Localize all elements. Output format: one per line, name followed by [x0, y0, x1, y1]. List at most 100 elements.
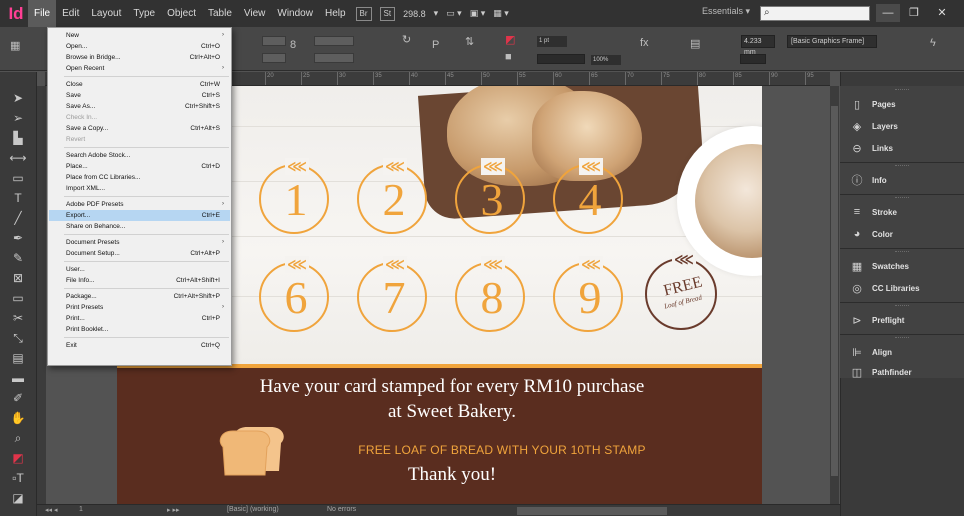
eyedropper-tool-icon[interactable]: ✐: [7, 390, 29, 406]
gradient-tool-icon[interactable]: ▤: [7, 350, 29, 366]
stroke-type-dropdown[interactable]: [537, 54, 585, 64]
menu-item-close[interactable]: Close Ctrl+W: [49, 79, 230, 90]
menu-item-new[interactable]: New ›: [49, 30, 230, 41]
menu-file[interactable]: File: [28, 0, 57, 27]
page-tool-icon[interactable]: ▙: [7, 130, 29, 146]
menu-layout[interactable]: Layout: [85, 0, 127, 27]
free-transform-tool-icon[interactable]: ⤡: [7, 330, 29, 346]
rectangle-tool-icon[interactable]: ▭: [7, 290, 29, 306]
scale-x-field[interactable]: [262, 36, 286, 46]
vertical-scroll-thumb[interactable]: [831, 106, 838, 476]
zoom-dropdown-icon[interactable]: ▾: [434, 8, 439, 19]
menu-item-print-presets[interactable]: Print Presets ›: [49, 302, 230, 313]
bridge-button[interactable]: Br: [355, 6, 372, 21]
panel-align[interactable]: ⊫ Align: [840, 342, 964, 362]
menu-item-export[interactable]: Export... Ctrl+E: [49, 210, 230, 221]
menu-edit[interactable]: Edit: [56, 0, 85, 27]
line-tool-icon[interactable]: ╱: [7, 210, 29, 226]
type-tool-icon[interactable]: T: [7, 190, 29, 206]
menu-item-save-as[interactable]: Save As... Ctrl+Shift+S: [49, 101, 230, 112]
lightning-icon[interactable]: ϟ: [930, 37, 936, 49]
panel-pathfinder[interactable]: ◫ Pathfinder: [840, 362, 964, 382]
pen-tool-icon[interactable]: ✒: [7, 230, 29, 246]
menu-table[interactable]: Table: [202, 0, 238, 27]
menu-item-search-adobe-stock[interactable]: Search Adobe Stock...: [49, 150, 230, 161]
next-page-icon[interactable]: ▸ ▸▸: [167, 506, 180, 514]
scissors-tool-icon[interactable]: ✂: [7, 310, 29, 326]
selection-tool-icon[interactable]: ➤: [7, 90, 29, 106]
constrain-link-icon[interactable]: 8: [290, 39, 296, 51]
menu-item-print-booklet[interactable]: Print Booklet...: [49, 324, 230, 335]
first-page-icon[interactable]: ◂◂ ◂: [45, 506, 58, 514]
panel-color[interactable]: ◕ Color: [840, 224, 964, 244]
zoom-tool-icon[interactable]: ⌕: [7, 430, 29, 446]
gap-tool-icon[interactable]: ⟷: [7, 150, 29, 166]
menu-help[interactable]: Help: [319, 0, 352, 27]
panel-preflight[interactable]: ⊳ Preflight: [840, 310, 964, 330]
opacity-field[interactable]: 100%: [591, 55, 621, 65]
free-loaf-line[interactable]: FREE LOAF OF BREAD WITH YOUR 10TH STAMP: [292, 443, 712, 457]
free-bread-stamp[interactable]: ⋘ FREE Loaf of Bread: [645, 251, 717, 330]
stock-button[interactable]: St: [379, 6, 396, 21]
menu-item-save-a-copy[interactable]: Save a Copy... Ctrl+Alt+S: [49, 123, 230, 134]
panel-stroke[interactable]: ≡ Stroke: [840, 202, 964, 222]
panel-links[interactable]: ⊖ Links: [840, 138, 964, 158]
shear-field[interactable]: [314, 53, 354, 63]
flip-icon[interactable]: P: [432, 39, 439, 51]
restore-button[interactable]: ❐: [902, 4, 926, 22]
horizontal-scroll-thumb[interactable]: [517, 507, 667, 515]
menu-item-import-xml[interactable]: Import XML...: [49, 183, 230, 194]
panel-info[interactable]: ⓘ Info: [840, 170, 964, 190]
panel-pages[interactable]: ▯ Pages: [840, 94, 964, 114]
rectangle-frame-tool-icon[interactable]: ⊠: [7, 270, 29, 286]
fx-icon[interactable]: fx: [640, 37, 649, 49]
menu-view[interactable]: View: [238, 0, 272, 27]
menu-item-place-from-cc-libraries[interactable]: Place from CC Libraries...: [49, 172, 230, 183]
hand-tool-icon[interactable]: ✋: [7, 410, 29, 426]
stamp-circle[interactable]: ⋘ 3: [455, 158, 525, 234]
workspace-switcher[interactable]: Essentials ▾: [702, 6, 750, 17]
scale-y-field[interactable]: [262, 53, 286, 63]
menu-item-save[interactable]: Save Ctrl+S: [49, 90, 230, 101]
stamp-circle[interactable]: ⋘ 2: [357, 158, 427, 234]
object-style-dropdown[interactable]: [Basic Graphics Frame]: [787, 35, 877, 48]
menu-item-document-presets[interactable]: Document Presets ›: [49, 237, 230, 248]
dimension-field[interactable]: 4.233 mm: [741, 35, 775, 56]
menu-item-place[interactable]: Place... Ctrl+D: [49, 161, 230, 172]
menu-item-document-setup[interactable]: Document Setup... Ctrl+Alt+P: [49, 248, 230, 259]
stamp-circle[interactable]: ⋘ 1: [259, 158, 329, 234]
menu-item-adobe-pdf-presets[interactable]: Adobe PDF Presets ›: [49, 199, 230, 210]
minimize-button[interactable]: —: [876, 4, 900, 22]
stamp-circle[interactable]: ⋘ 9: [553, 256, 623, 332]
search-input[interactable]: ⌕: [760, 6, 870, 21]
rotate-icon[interactable]: ↻: [402, 33, 411, 46]
menu-type[interactable]: Type: [127, 0, 161, 27]
menu-item-file-info[interactable]: File Info... Ctrl+Alt+Shift+I: [49, 275, 230, 286]
menu-window[interactable]: Window: [271, 0, 319, 27]
menu-item-user[interactable]: User...: [49, 264, 230, 275]
menu-item-exit[interactable]: Exit Ctrl+Q: [49, 340, 230, 351]
zoom-level[interactable]: 298.8: [403, 9, 426, 19]
vertical-scrollbar[interactable]: [830, 86, 839, 504]
frame-fitting-dropdown[interactable]: [740, 54, 766, 64]
fill-swatch-icon[interactable]: ◩: [505, 33, 515, 46]
menu-item-open[interactable]: Open... Ctrl+O: [49, 41, 230, 52]
panel-layers[interactable]: ◈ Layers: [840, 116, 964, 136]
stamp-circle[interactable]: ⋘ 7: [357, 256, 427, 332]
menu-item-open-recent[interactable]: Open Recent ›: [49, 63, 230, 74]
close-button[interactable]: ✕: [930, 4, 954, 22]
preflight-status[interactable]: No errors: [327, 506, 356, 513]
page-number-field[interactable]: 1: [79, 506, 83, 513]
rotation-field[interactable]: [314, 36, 354, 46]
stroke-swatch-icon[interactable]: ■: [505, 51, 512, 63]
menu-item-print[interactable]: Print... Ctrl+P: [49, 313, 230, 324]
menu-object[interactable]: Object: [161, 0, 202, 27]
stamp-circle[interactable]: ⋘ 4: [553, 158, 623, 234]
note-tool-icon[interactable]: ▬: [7, 370, 29, 386]
direct-selection-tool-icon[interactable]: ➢: [7, 110, 29, 126]
arrange-documents-icon[interactable]: ▦ ▾: [493, 8, 509, 19]
menu-item-package[interactable]: Package... Ctrl+Alt+Shift+P: [49, 291, 230, 302]
content-collector-icon[interactable]: ▭: [7, 170, 29, 186]
stamp-circle[interactable]: ⋘ 8: [455, 256, 525, 332]
stroke-weight-field[interactable]: 1 pt: [537, 36, 567, 47]
